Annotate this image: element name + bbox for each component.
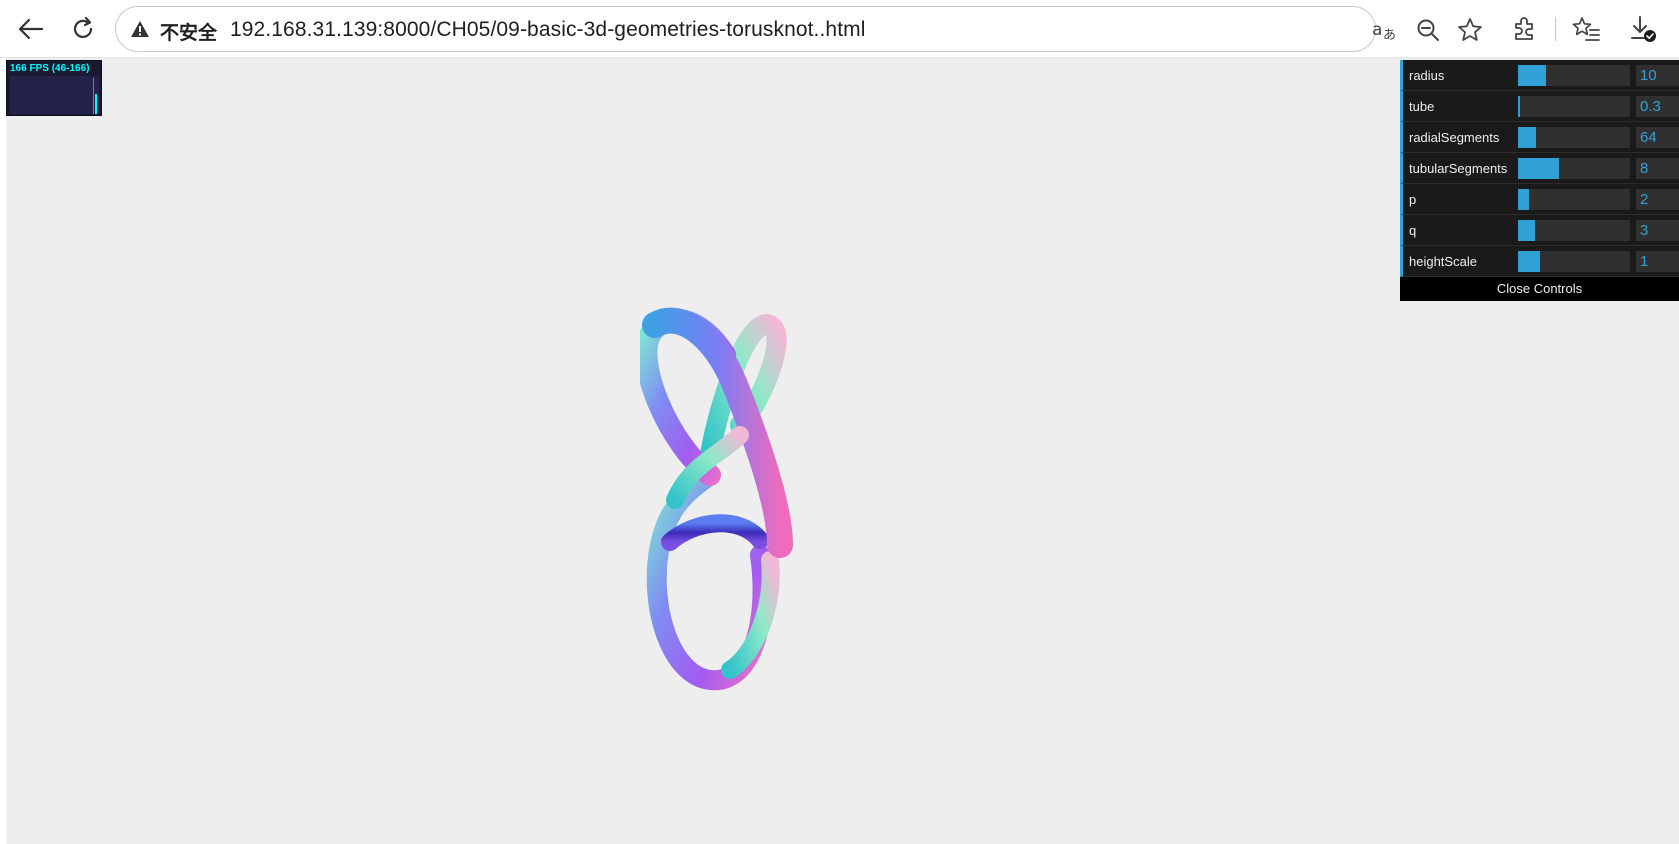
control-label: radialSegments xyxy=(1409,130,1500,145)
q-slider[interactable] xyxy=(1518,220,1630,241)
control-row-radial-segments: radialSegments 64 xyxy=(1400,122,1679,153)
reload-button[interactable] xyxy=(65,12,101,46)
slider-fill xyxy=(1518,220,1535,241)
fps-graph-bar xyxy=(95,94,97,114)
control-label: radius xyxy=(1409,68,1445,83)
downloads-button[interactable] xyxy=(1627,12,1663,46)
favorites-button[interactable] xyxy=(1568,12,1604,46)
control-label: tube xyxy=(1409,99,1435,114)
p-slider[interactable] xyxy=(1518,189,1630,210)
control-label: tubularSegments xyxy=(1409,161,1508,176)
zoom-out-button[interactable] xyxy=(1414,17,1442,43)
close-controls-button[interactable]: Close Controls xyxy=(1400,277,1679,301)
controls-panel: radius 10 tube 0.3 radialSegments 64 tub… xyxy=(1400,60,1679,301)
control-row-tubular-segments: tubularSegments 8 xyxy=(1400,153,1679,184)
reload-icon xyxy=(73,16,93,38)
warning-icon xyxy=(131,21,149,37)
radial-segments-slider[interactable] xyxy=(1518,127,1630,148)
radial-segments-value-input[interactable]: 64 xyxy=(1636,127,1679,148)
slider-fill xyxy=(1518,189,1530,210)
favorite-star-icon xyxy=(1458,18,1482,41)
torus-knot-mesh xyxy=(640,307,793,691)
slider-fill xyxy=(1518,65,1546,86)
extensions-button[interactable] xyxy=(1506,12,1542,46)
slider-fill xyxy=(1518,127,1536,148)
tubular-segments-value-input[interactable]: 8 xyxy=(1636,158,1679,179)
back-button[interactable] xyxy=(12,12,48,46)
extensions-icon xyxy=(1515,17,1533,40)
p-value-input[interactable]: 2 xyxy=(1636,189,1679,210)
back-icon xyxy=(18,18,44,40)
slider-fill xyxy=(1518,96,1520,117)
browser-toolbar: 不安全 192.168.31.139:8000/CH05/09-basic-3d… xyxy=(0,0,1679,58)
control-row-p: p 2 xyxy=(1400,184,1679,215)
security-label[interactable]: 不安全 xyxy=(160,18,217,45)
address-bar[interactable]: 不安全 192.168.31.139:8000/CH05/09-basic-3d… xyxy=(115,6,1482,52)
fps-graph-bar xyxy=(93,78,94,114)
control-label: p xyxy=(1409,192,1417,207)
tube-value-input[interactable]: 0.3 xyxy=(1636,96,1679,117)
favorites-list-icon xyxy=(1572,17,1600,41)
radius-slider[interactable] xyxy=(1518,65,1630,86)
svg-text:a: a xyxy=(1372,20,1382,40)
svg-text:あ: あ xyxy=(1383,28,1396,42)
tube-slider[interactable] xyxy=(1518,96,1630,117)
q-value-input[interactable]: 3 xyxy=(1636,220,1679,241)
radius-value-input[interactable]: 10 xyxy=(1636,65,1679,86)
height-scale-slider[interactable] xyxy=(1518,251,1630,272)
toolbar-divider xyxy=(1555,17,1556,41)
slider-fill xyxy=(1518,158,1560,179)
downloads-icon xyxy=(1631,16,1656,42)
control-row-q: q 3 xyxy=(1400,215,1679,246)
height-scale-value-input[interactable]: 1 xyxy=(1636,251,1679,272)
fps-stats-panel[interactable]: 166 FPS (46-166) xyxy=(6,60,102,116)
favorite-button[interactable] xyxy=(1456,17,1484,43)
control-label: heightScale xyxy=(1409,254,1477,269)
control-row-radius: radius 10 xyxy=(1400,60,1679,91)
translate-icon: a あ xyxy=(1372,20,1396,42)
fps-graph xyxy=(10,76,99,114)
url-text[interactable]: 192.168.31.139:8000/CH05/09-basic-3d-geo… xyxy=(230,18,866,42)
zoom-out-icon xyxy=(1417,19,1439,41)
translate-button[interactable]: a あ xyxy=(1371,17,1399,43)
control-label: q xyxy=(1409,223,1417,238)
tubular-segments-slider[interactable] xyxy=(1518,158,1630,179)
fps-text: 166 FPS (46-166) xyxy=(10,63,90,74)
control-row-height-scale: heightScale 1 xyxy=(1400,246,1679,277)
slider-fill xyxy=(1518,251,1541,272)
control-row-tube: tube 0.3 xyxy=(1400,91,1679,122)
